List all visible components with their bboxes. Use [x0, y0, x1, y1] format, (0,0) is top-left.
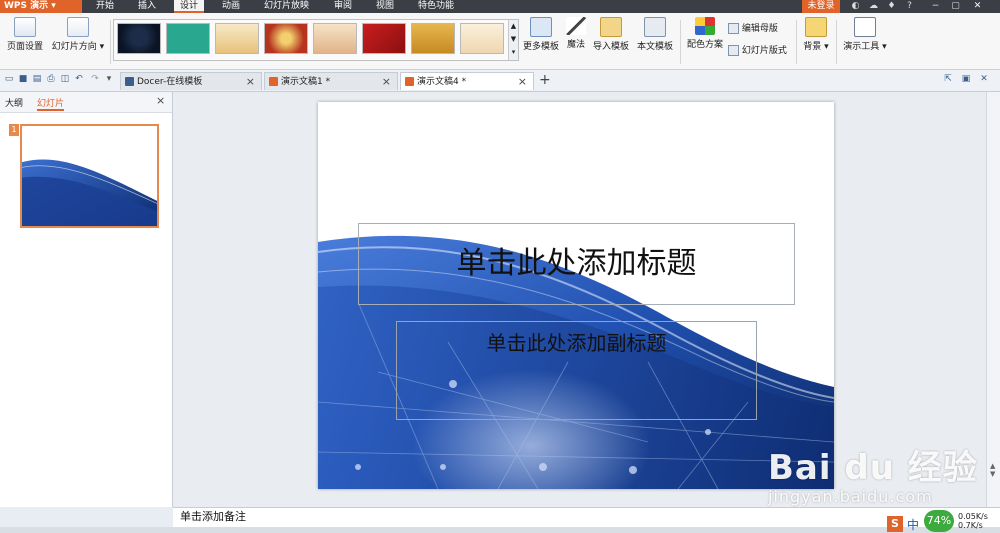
minimize-icon[interactable]: −: [930, 1, 941, 12]
baidu-watermark: Bai du 经验: [768, 448, 978, 488]
tab-presentation-1[interactable]: 演示文稿1 * ×: [264, 72, 398, 90]
magic-button[interactable]: 魔法: [564, 17, 588, 50]
slide-number: 1: [9, 124, 19, 136]
color-scheme-button[interactable]: 配色方案: [684, 17, 726, 50]
slide-thumbnail[interactable]: [20, 124, 159, 228]
save-icon[interactable]: ■: [17, 73, 29, 85]
slide-layout-button[interactable]: 幻灯片版式: [728, 43, 787, 56]
open-folder-icon[interactable]: ▭: [3, 73, 15, 85]
pdf-export-icon[interactable]: ▤: [31, 73, 43, 85]
panel-close-icon[interactable]: ×: [156, 94, 165, 107]
net-download-speed: 0.7K/s: [958, 521, 983, 530]
slide-direction-button[interactable]: 幻灯片方向 ▾: [50, 17, 106, 52]
title-placeholder[interactable]: 单击此处添加标题: [358, 223, 795, 305]
restore-icon[interactable]: ▢: [950, 1, 961, 12]
template-thumbnail[interactable]: [215, 23, 259, 54]
tab-docer-templates[interactable]: Docer-在线模板 ×: [120, 72, 262, 90]
template-thumbnail[interactable]: [411, 23, 455, 54]
template-thumbnail[interactable]: [166, 23, 210, 54]
ribbon-separator: [796, 20, 797, 64]
import-icon: [600, 17, 622, 37]
print-icon[interactable]: ⎙: [45, 73, 57, 85]
gallery-scroll[interactable]: ▲ ▼ ▾: [508, 20, 518, 60]
menu-tab-start[interactable]: 开始: [90, 0, 120, 13]
tab-outline[interactable]: 大纲: [5, 96, 23, 109]
sogou-ime-icon[interactable]: S: [887, 516, 903, 532]
template-thumbnail[interactable]: [460, 23, 504, 54]
magic-wand-icon: [566, 17, 586, 35]
redo-icon[interactable]: ↷: [89, 73, 101, 85]
ribbon-separator: [836, 20, 837, 64]
menu-tab-insert[interactable]: 插入: [132, 0, 162, 13]
page-setup-button[interactable]: 页面设置: [6, 17, 44, 52]
print-preview-icon[interactable]: ◫: [59, 73, 71, 85]
panel-tabs: [0, 92, 172, 113]
color-palette-icon: [695, 17, 715, 35]
cloud-icon[interactable]: ☁: [868, 1, 879, 12]
network-speed: 0.05K/s 0.7K/s: [958, 512, 988, 530]
show-tools-button[interactable]: 演示工具 ▾: [842, 17, 888, 52]
presentation-icon: [854, 17, 876, 37]
window-icon[interactable]: ▣: [960, 73, 972, 85]
login-button[interactable]: 未登录: [802, 0, 840, 13]
tab-slides[interactable]: 幻灯片: [37, 96, 65, 111]
subtitle-placeholder[interactable]: 单击此处添加副标题: [396, 321, 757, 420]
template-icon: [530, 17, 552, 37]
help-icon[interactable]: ?: [904, 1, 915, 12]
status-bar: [0, 527, 1000, 533]
ribbon-separator: [680, 20, 681, 64]
menu-tab-view[interactable]: 视图: [370, 0, 400, 13]
page-setup-icon: [14, 17, 36, 37]
skin-icon[interactable]: ◐: [850, 1, 861, 12]
ribbon-separator: [110, 20, 111, 64]
cpu-usage-badge: 74%: [924, 510, 954, 532]
menu-tab-slideshow[interactable]: 幻灯片放映: [258, 0, 315, 13]
close-icon[interactable]: ✕: [972, 1, 983, 12]
tab-presentation-4[interactable]: 演示文稿4 * ×: [400, 72, 534, 90]
undo-icon[interactable]: ↶: [73, 73, 85, 85]
notes-pane[interactable]: [173, 507, 1000, 528]
net-upload-speed: 0.05K/s: [958, 512, 988, 521]
edit-master-icon: [728, 23, 739, 34]
this-template-button[interactable]: 本文模板: [634, 17, 676, 52]
template-thumbnail[interactable]: [264, 23, 308, 54]
menu-tab-review[interactable]: 审阅: [328, 0, 358, 13]
presentation-file-icon: [269, 77, 278, 86]
app-menu-button[interactable]: WPS 演示 ▾: [0, 0, 82, 13]
new-tab-icon[interactable]: +: [539, 72, 551, 88]
slide-direction-icon: [67, 17, 89, 37]
notes-placeholder[interactable]: 单击添加备注: [180, 507, 246, 527]
pin-icon[interactable]: ⇱: [942, 73, 954, 85]
docer-icon: [125, 77, 134, 86]
more-templates-button[interactable]: 更多模板: [522, 17, 560, 52]
tab-close-icon[interactable]: ×: [246, 73, 255, 91]
tab-close-icon[interactable]: ×: [518, 73, 527, 91]
menu-tab-features[interactable]: 特色功能: [412, 0, 460, 13]
template-thumbnail[interactable]: [362, 23, 406, 54]
tab-close-icon[interactable]: ×: [382, 73, 391, 91]
document-template-icon: [644, 17, 666, 37]
import-template-button[interactable]: 导入模板: [590, 17, 632, 52]
baidu-watermark-url: jingyan.baidu.com: [768, 487, 933, 506]
slide-layout-icon: [728, 45, 739, 56]
template-thumbnail[interactable]: [117, 23, 161, 54]
quick-access-dropdown-icon[interactable]: ▾: [103, 73, 115, 85]
presentation-file-icon: [405, 77, 414, 86]
background-button[interactable]: 背景 ▾: [802, 17, 830, 52]
edit-master-button[interactable]: 编辑母版: [728, 21, 778, 34]
scroll-arrows[interactable]: ▲ ▼: [990, 462, 997, 478]
menu-tab-design[interactable]: 设计: [174, 0, 205, 13]
menu-tab-animation[interactable]: 动画: [216, 0, 246, 13]
close-document-icon[interactable]: ✕: [978, 73, 990, 85]
template-thumbnail[interactable]: [313, 23, 357, 54]
shirt-icon[interactable]: ♦: [886, 1, 897, 12]
slide-thumbnail-art: [22, 159, 157, 226]
ime-mode-label[interactable]: 中: [907, 516, 919, 533]
vertical-scrollbar[interactable]: ▲ ▼: [986, 92, 1000, 507]
background-icon: [805, 17, 827, 37]
